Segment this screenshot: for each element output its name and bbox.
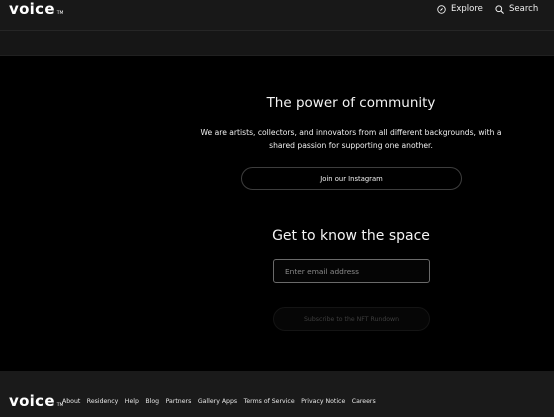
community-description: We are artists, collectors, and innovato… <box>200 128 502 150</box>
footer-link-privacy[interactable]: Privacy Notice <box>301 398 345 405</box>
subscribe-button[interactable]: Subscribe to the NFT Rundown <box>273 307 430 331</box>
footer-link-help[interactable]: Help <box>125 398 139 405</box>
nav-search-label: Search <box>509 4 539 14</box>
secondary-bar <box>0 31 554 56</box>
nav-explore-label: Explore <box>451 4 483 14</box>
footer-link-residency[interactable]: Residency <box>87 398 119 405</box>
footer-logo-wordmark: voice <box>9 392 55 410</box>
community-heading: The power of community <box>266 95 436 111</box>
footer-link-terms[interactable]: Terms of Service <box>244 398 295 405</box>
search-icon <box>495 4 504 14</box>
footer-links: About Residency Help Blog Partners Galle… <box>62 398 376 405</box>
footer-link-partners[interactable]: Partners <box>166 398 192 405</box>
footer-link-about[interactable]: About <box>62 398 80 405</box>
nav-search[interactable]: Search <box>495 2 538 16</box>
join-instagram-button[interactable]: Join our Instagram <box>241 167 462 190</box>
top-nav-bar: voice TM Explore Search <box>0 0 554 31</box>
voice-logo[interactable]: voice TM <box>9 0 63 18</box>
compass-icon <box>437 4 446 14</box>
logo-trademark: TM <box>56 11 64 16</box>
footer-logo[interactable]: voice TM <box>9 392 63 410</box>
footer: voice TM About Residency Help Blog Partn… <box>0 371 554 417</box>
newsletter-heading: Get to know the space <box>272 228 430 244</box>
footer-link-careers[interactable]: Careers <box>352 398 376 405</box>
email-input[interactable] <box>273 259 430 283</box>
logo-wordmark: voice <box>9 0 55 18</box>
footer-link-gallery-apps[interactable]: Gallery Apps <box>198 398 237 405</box>
footer-link-blog[interactable]: Blog <box>145 398 159 405</box>
nav-explore[interactable]: Explore <box>437 2 483 16</box>
